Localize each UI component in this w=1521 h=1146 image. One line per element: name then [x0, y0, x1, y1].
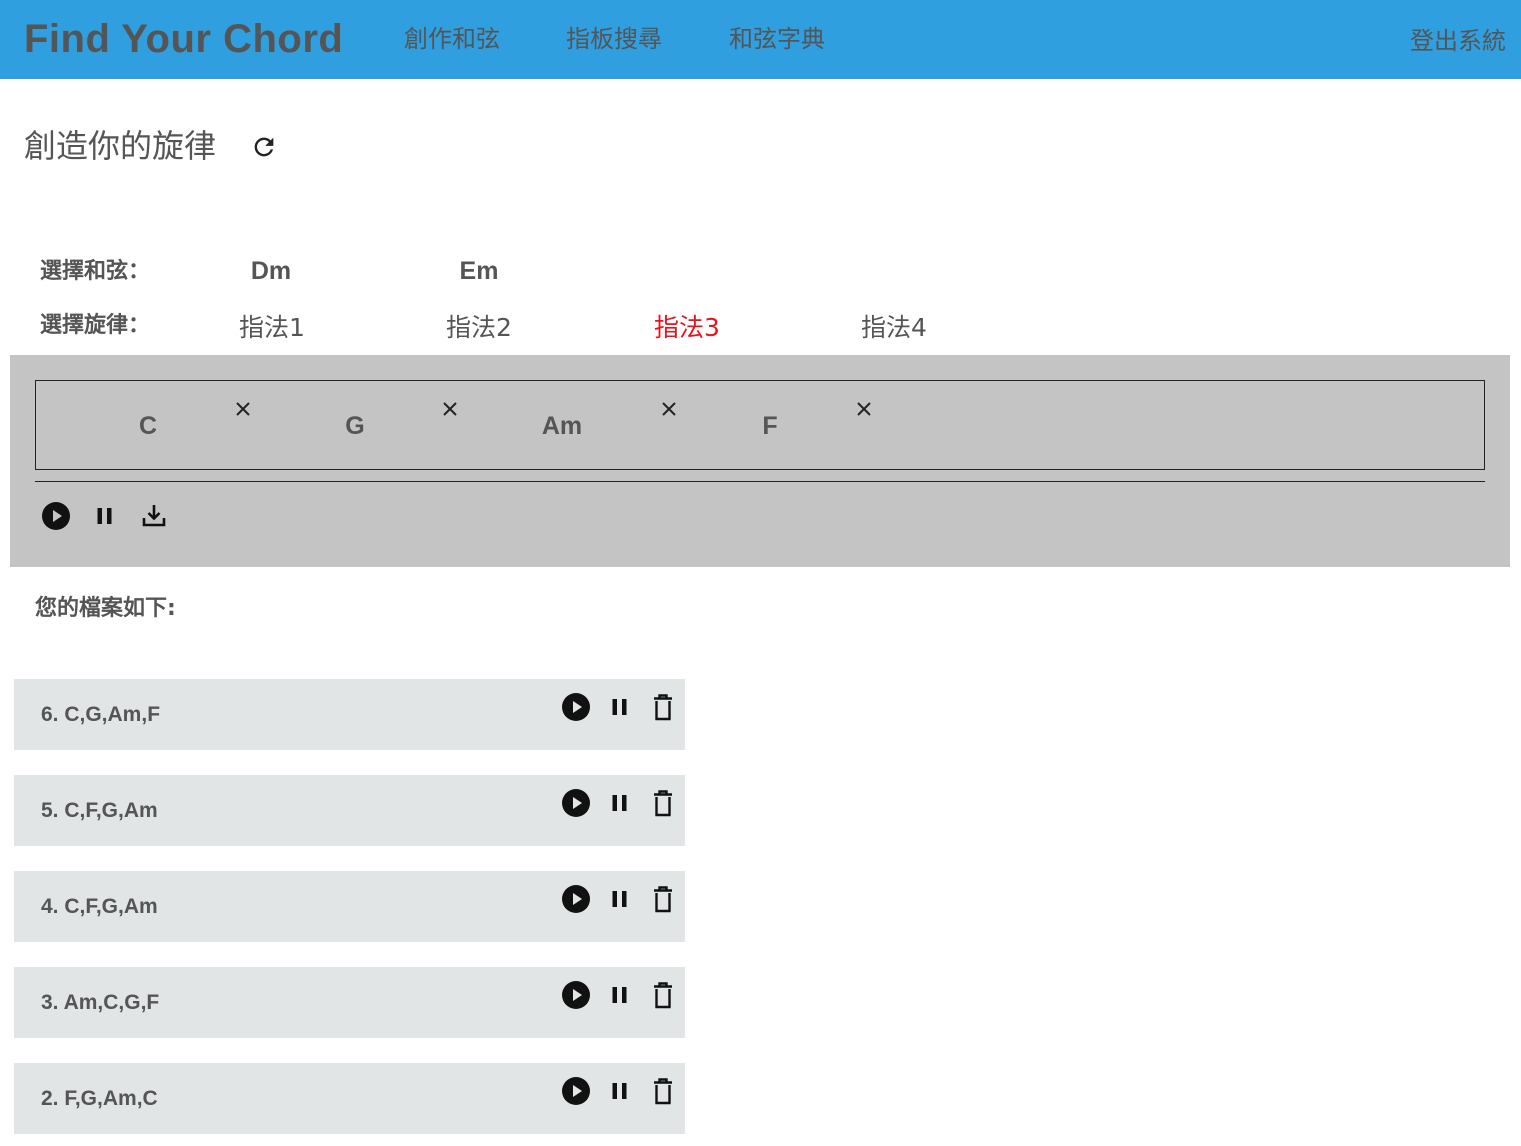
sequence-chord: F	[762, 412, 778, 440]
sequence-chord: Am	[541, 412, 583, 440]
pause-icon[interactable]	[90, 501, 120, 531]
close-icon[interactable]	[854, 399, 874, 419]
file-name: 4. C,F,G,Am	[41, 895, 158, 918]
trash-icon[interactable]	[648, 1076, 678, 1106]
chord-option-em[interactable]: Em	[419, 256, 539, 286]
refresh-icon[interactable]	[250, 133, 278, 161]
sequence-chord: C	[138, 412, 158, 440]
close-icon[interactable]	[233, 399, 253, 419]
trash-icon[interactable]	[648, 788, 678, 818]
fingering-option-3[interactable]: 指法3	[617, 311, 757, 345]
play-icon[interactable]	[41, 501, 71, 531]
trash-icon[interactable]	[648, 884, 678, 914]
file-row: 6. C,G,Am,F	[14, 679, 685, 750]
chord-select-label: 選擇和弦：	[40, 259, 151, 284]
trash-icon[interactable]	[648, 980, 678, 1010]
top-navbar: Find Your Chord 創作和弦 指板搜尋 和弦字典 登出系統	[0, 0, 1521, 79]
nav-link-chord-dictionary[interactable]: 和弦字典	[729, 22, 825, 56]
play-icon[interactable]	[561, 884, 591, 914]
file-name: 5. C,F,G,Am	[41, 799, 158, 822]
play-icon[interactable]	[561, 692, 591, 722]
file-name: 3. Am,C,G,F	[41, 991, 160, 1014]
pause-icon[interactable]	[605, 692, 635, 722]
fingering-option-1[interactable]: 指法1	[202, 311, 342, 345]
file-name: 6. C,G,Am,F	[41, 703, 161, 726]
play-icon[interactable]	[561, 788, 591, 818]
nav-link-create-chord[interactable]: 創作和弦	[404, 22, 500, 56]
file-name: 2. F,G,Am,C	[41, 1087, 158, 1110]
sequence-chord: G	[345, 412, 365, 440]
close-icon[interactable]	[440, 399, 460, 419]
play-icon[interactable]	[561, 1076, 591, 1106]
pause-icon[interactable]	[605, 884, 635, 914]
brand-logo[interactable]: Find Your Chord	[24, 14, 343, 64]
fingering-select-label: 選擇旋律：	[40, 313, 151, 338]
fingering-option-4[interactable]: 指法4	[824, 311, 964, 345]
file-row: 4. C,F,G,Am	[14, 871, 685, 942]
page-title: 創造你的旋律	[24, 127, 217, 165]
fingering-option-2[interactable]: 指法2	[409, 311, 549, 345]
play-icon[interactable]	[561, 980, 591, 1010]
file-row: 3. Am,C,G,F	[14, 967, 685, 1038]
download-icon[interactable]	[139, 501, 169, 531]
chord-option-dm[interactable]: Dm	[211, 256, 331, 286]
pause-icon[interactable]	[605, 1076, 635, 1106]
composer-panel: C G Am F	[10, 355, 1510, 567]
pause-icon[interactable]	[605, 788, 635, 818]
pause-icon[interactable]	[605, 980, 635, 1010]
panel-divider	[35, 481, 1485, 482]
close-icon[interactable]	[659, 399, 679, 419]
trash-icon[interactable]	[648, 692, 678, 722]
files-heading: 您的檔案如下:	[35, 596, 176, 621]
chord-sequence-box: C G Am F	[35, 380, 1485, 470]
file-row: 5. C,F,G,Am	[14, 775, 685, 846]
nav-link-fretboard-search[interactable]: 指板搜尋	[566, 22, 662, 56]
file-row: 2. F,G,Am,C	[14, 1063, 685, 1134]
logout-link[interactable]: 登出系統	[1410, 24, 1506, 58]
